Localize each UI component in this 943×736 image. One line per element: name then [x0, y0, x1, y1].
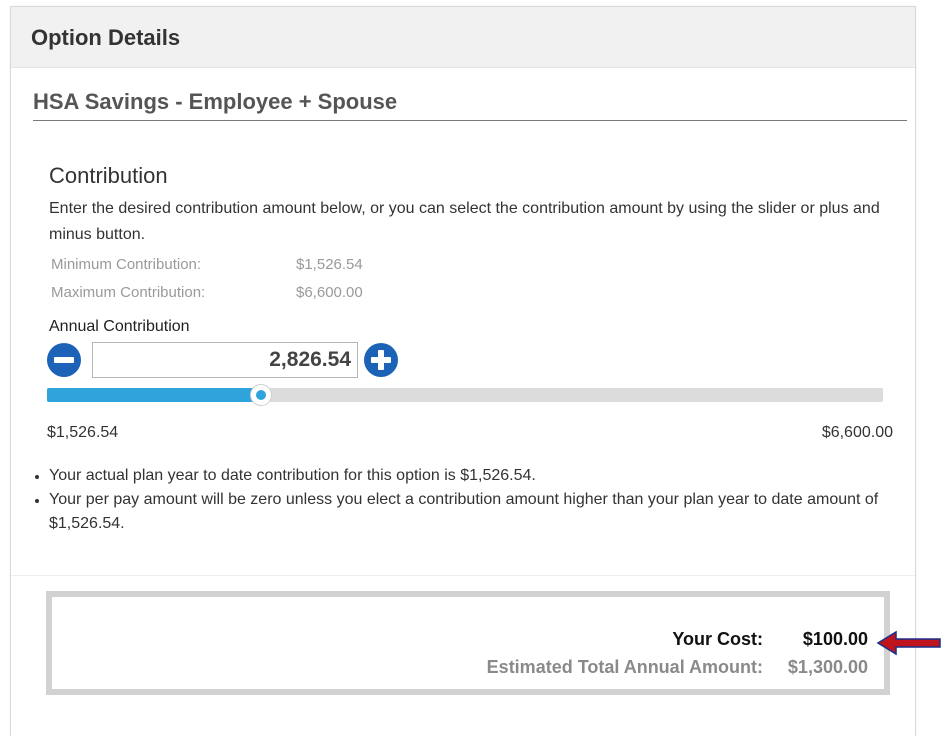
contribution-slider[interactable] — [47, 384, 883, 406]
option-details-panel: Option Details HSA Savings - Employee + … — [10, 6, 916, 736]
note-item: Your actual plan year to date contributi… — [33, 464, 893, 488]
cost-summary-box: Your Cost: $100.00 Estimated Total Annual… — [46, 591, 890, 695]
slider-min-label: $1,526.54 — [47, 424, 119, 441]
panel-header: Option Details — [11, 7, 915, 68]
estimated-annual-value: $1,300.00 — [787, 657, 868, 677]
minimum-contribution-row: Minimum Contribution: $1,526.54 — [51, 256, 363, 273]
slider-thumb[interactable] — [250, 384, 272, 406]
slider-fill — [47, 388, 261, 402]
maximum-contribution-label: Maximum Contribution: — [51, 284, 206, 301]
option-divider — [33, 120, 907, 121]
contribution-title: Contribution — [49, 163, 168, 188]
maximum-contribution-row: Maximum Contribution: $6,600.00 — [51, 284, 363, 301]
note-item: Your per pay amount will be zero unless … — [33, 488, 893, 536]
your-cost-value: $100.00 — [802, 629, 868, 649]
decrease-contribution-button[interactable] — [47, 343, 81, 377]
your-cost-label: Your Cost: — [672, 629, 763, 649]
minimum-contribution-value: $1,526.54 — [296, 256, 363, 273]
arrow-left-icon — [876, 630, 941, 656]
maximum-contribution-value: $6,600.00 — [296, 284, 363, 301]
annual-contribution-label: Annual Contribution — [49, 318, 190, 335]
annual-contribution-input[interactable] — [92, 342, 358, 378]
estimated-annual-row: Estimated Total Annual Amount: $1,300.00 — [487, 657, 868, 678]
estimated-annual-label: Estimated Total Annual Amount: — [486, 657, 763, 677]
your-cost-row: Your Cost: $100.00 — [672, 629, 868, 650]
contribution-instructions: Enter the desired contribution amount be… — [49, 200, 880, 243]
panel-title: Option Details — [31, 25, 181, 50]
minimum-contribution-label: Minimum Contribution: — [51, 256, 202, 273]
slider-max-label: $6,600.00 — [821, 424, 893, 441]
section-divider — [11, 575, 915, 576]
contribution-notes: Your actual plan year to date contributi… — [33, 464, 893, 536]
option-name: HSA Savings - Employee + Spouse — [33, 89, 398, 114]
increase-contribution-button[interactable] — [364, 343, 398, 377]
